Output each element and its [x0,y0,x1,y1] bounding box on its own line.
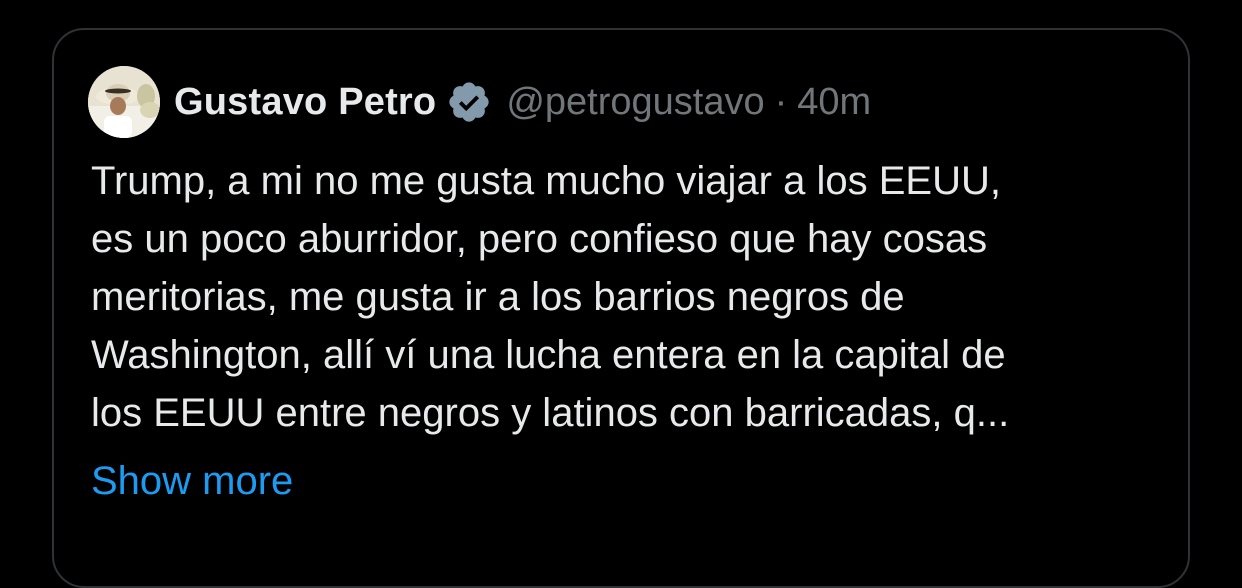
author-name[interactable]: Gustavo Petro [174,81,436,124]
separator-dot: · [774,80,788,123]
author-handle[interactable]: @petrogustavo [506,81,764,124]
tweet-text-line: es un poco aburridor, pero confieso que … [91,217,988,261]
avatar-photo-icon [88,66,160,138]
tweet-header: Gustavo Petro @petrogustavo · 40m [88,66,871,138]
tweet-text-line: los EEUU entre negros y latinos con barr… [91,391,1010,435]
tweet-text-line: Washington, allí ví una lucha entera en … [91,333,1006,377]
tweet-text-line: Trump, a mi no me gusta mucho viajar a l… [91,159,1001,203]
tweet-timestamp[interactable]: 40m [797,81,871,124]
avatar[interactable] [88,66,160,138]
show-more-link[interactable]: Show more [91,452,293,510]
tweet-text-line: meritorias, me gusta ir a los barrios ne… [91,275,905,319]
tweet-text: Trump, a mi no me gusta mucho viajar a l… [91,152,1161,442]
verified-badge-icon [449,82,489,122]
